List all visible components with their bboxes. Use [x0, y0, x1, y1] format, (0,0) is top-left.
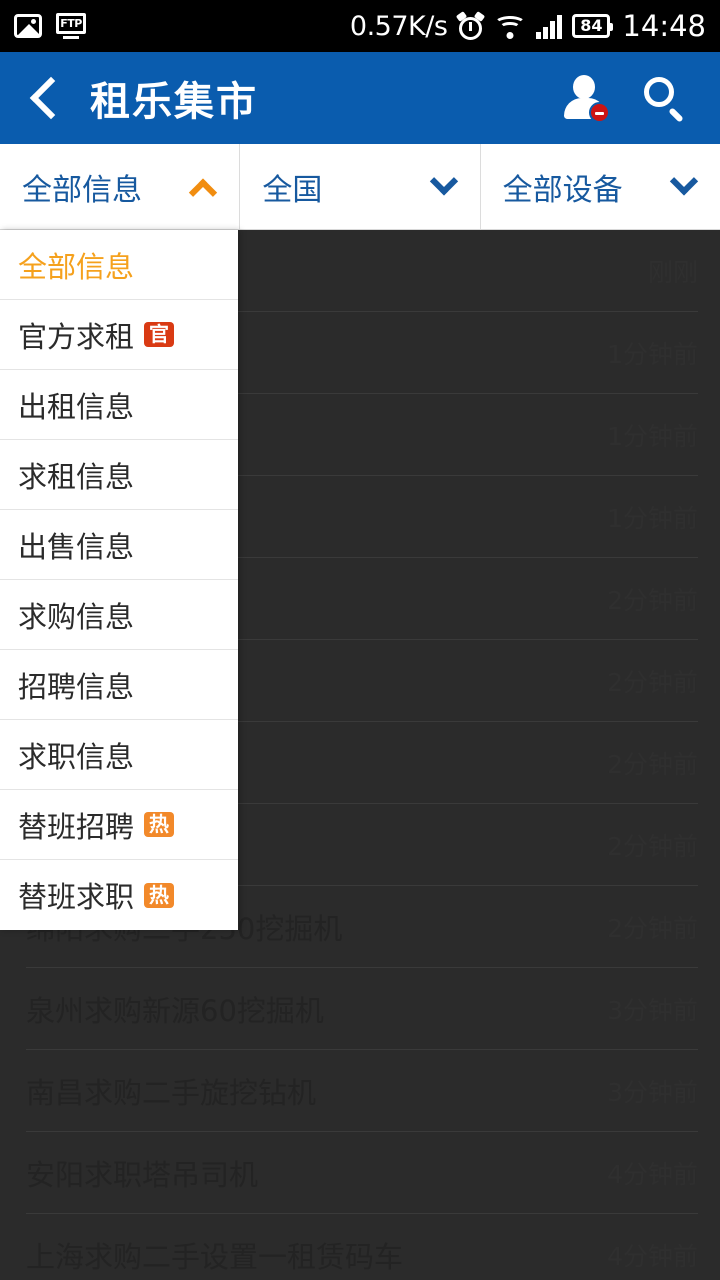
- filter-info-type[interactable]: 全部信息: [0, 144, 239, 229]
- dropdown-item-label: 出售信息: [18, 529, 135, 564]
- list-item[interactable]: 上海求购二手设置一租赁码车 4分钟前: [26, 1214, 698, 1280]
- signal-icon: [536, 14, 563, 39]
- wifi-icon: [494, 14, 527, 39]
- list-item-time: 3分钟前: [607, 1077, 698, 1107]
- filter-equipment[interactable]: 全部设备: [479, 144, 720, 229]
- dropdown-item-10[interactable]: 替班求职热: [0, 860, 238, 930]
- filter-info-type-label: 全部信息: [22, 172, 142, 208]
- list-item-time: 2分钟前: [607, 585, 698, 615]
- header-actions: [562, 75, 696, 123]
- ftp-icon: FTP: [56, 13, 86, 39]
- list-item-time: 4分钟前: [607, 1159, 698, 1189]
- list-item-time: 3分钟前: [607, 995, 698, 1025]
- person-blocked-icon[interactable]: [562, 75, 610, 123]
- list-item[interactable]: 泉州求购新源60挖掘机 3分钟前: [26, 968, 698, 1050]
- official-badge: 官: [144, 322, 175, 347]
- battery-icon: 84: [572, 14, 614, 38]
- chevron-down-icon: [429, 166, 458, 195]
- list-item[interactable]: 安阳求职塔吊司机 4分钟前: [26, 1132, 698, 1214]
- dropdown-item-label: 出租信息: [18, 389, 135, 424]
- list-item-time: 4分钟前: [607, 1241, 698, 1271]
- status-bar-left-icons: FTP: [14, 13, 86, 39]
- dropdown-item-6[interactable]: 求购信息: [0, 580, 238, 650]
- dropdown-item-5[interactable]: 出售信息: [0, 510, 238, 580]
- list-item-time: 2分钟前: [607, 749, 698, 779]
- dropdown-item-label: 求职信息: [18, 739, 135, 774]
- filter-region[interactable]: 全国: [239, 144, 479, 229]
- dropdown-item-3[interactable]: 出租信息: [0, 370, 238, 440]
- status-bar-right-icons: 0.57K/s 84 14:48: [350, 9, 706, 43]
- hot-badge: 热: [144, 882, 175, 908]
- alarm-icon: [456, 10, 486, 40]
- list-item-title: 安阳求职塔吊司机: [26, 1157, 259, 1192]
- list-item-time: 1分钟前: [607, 421, 698, 451]
- dropdown-item-label: 替班求职: [18, 880, 135, 914]
- list-item-time: 1分钟前: [607, 339, 698, 369]
- list-item-title: 上海求购二手设置一租赁码车: [26, 1239, 404, 1274]
- dropdown-item-label: 官方求租: [18, 319, 135, 354]
- info-type-dropdown[interactable]: 全部信息 官方求租官出租信息 求租信息 出售信息 求购信息 招聘信息 求职信息 替班招聘热替班…: [0, 230, 238, 930]
- dropdown-item-label: 求购信息: [18, 599, 135, 634]
- list-item-title: 泉州求购新源60挖掘机: [26, 993, 324, 1028]
- dropdown-item-label: 招聘信息: [18, 669, 135, 704]
- dropdown-item-2[interactable]: 官方求租官: [0, 300, 238, 370]
- dropdown-item-label: 替班招聘: [18, 809, 135, 844]
- page-title: 租乐集市: [90, 79, 258, 125]
- dropdown-item-4[interactable]: 求租信息: [0, 440, 238, 510]
- filter-equipment-label: 全部设备: [502, 172, 623, 208]
- app-screen: FTP 0.57K/s 84 14:48 租乐集市 全部信息 全国 全部设备 刚…: [0, 0, 720, 1280]
- list-item-time: 刚刚: [647, 257, 698, 287]
- list-item[interactable]: 南昌求购二手旋挖钻机 3分钟前: [26, 1050, 698, 1132]
- back-chevron-icon[interactable]: [29, 76, 73, 120]
- dropdown-item-9[interactable]: 替班招聘热: [0, 790, 238, 860]
- chevron-down-icon: [669, 166, 699, 195]
- list-item-time: 2分钟前: [607, 667, 698, 697]
- network-speed: 0.57K/s: [349, 10, 448, 42]
- dropdown-item-label: 全部信息: [18, 249, 135, 284]
- chevron-up-icon: [189, 178, 218, 207]
- dropdown-item-label: 求租信息: [18, 459, 135, 494]
- info-type-dropdown-items: 全部信息 官方求租官出租信息 求租信息 出售信息 求购信息 招聘信息 求职信息 替班招聘热替班…: [0, 230, 238, 930]
- list-item-time: 2分钟前: [607, 831, 698, 861]
- hot-badge: 热: [144, 812, 175, 837]
- battery-level: 84: [580, 16, 603, 35]
- photo-icon: [14, 14, 42, 38]
- list-item-title: 南昌求购二手旋挖钻机: [26, 1075, 317, 1110]
- clock-time: 14:48: [622, 9, 706, 43]
- search-icon[interactable]: [642, 75, 688, 123]
- dropdown-item-1[interactable]: 全部信息: [0, 230, 238, 300]
- dropdown-item-8[interactable]: 求职信息: [0, 720, 238, 790]
- list-item-time: 1分钟前: [607, 503, 698, 533]
- status-bar: FTP 0.57K/s 84 14:48: [0, 0, 720, 52]
- filter-region-label: 全国: [262, 172, 323, 208]
- list-item-time: 2分钟前: [607, 913, 698, 943]
- filter-bar: 全部信息 全国 全部设备: [0, 144, 720, 230]
- app-header: 租乐集市: [0, 52, 720, 144]
- dropdown-item-7[interactable]: 招聘信息: [0, 650, 238, 720]
